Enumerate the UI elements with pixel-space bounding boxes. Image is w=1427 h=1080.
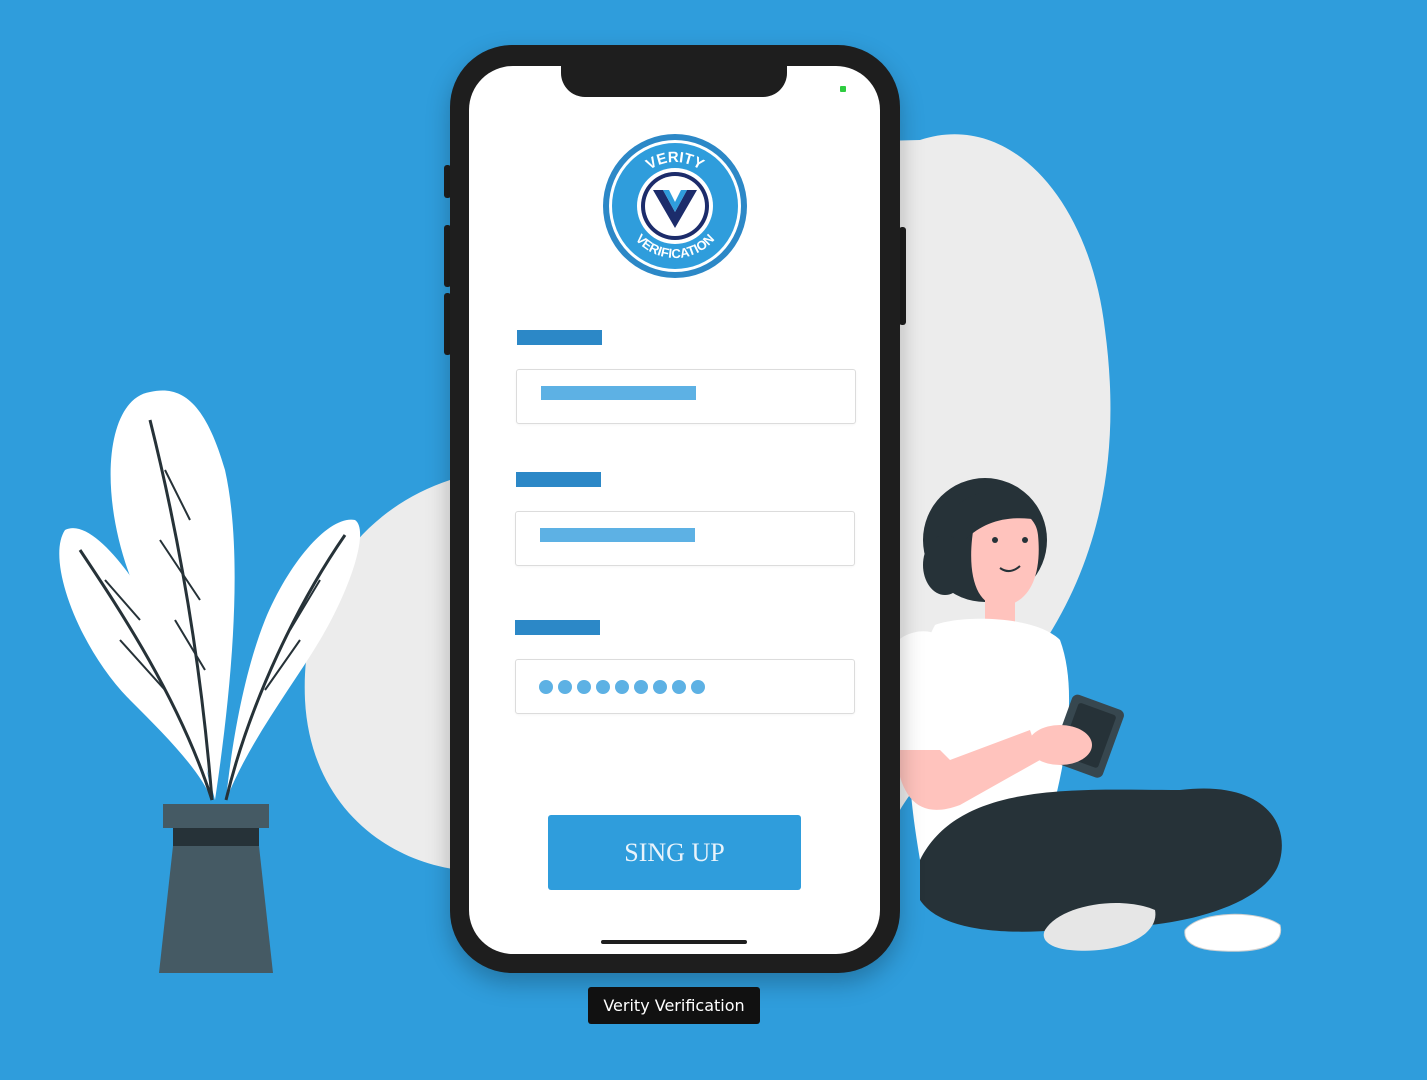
home-indicator: [601, 940, 747, 944]
password-dot: [691, 680, 705, 694]
status-indicator-icon: [840, 86, 846, 92]
scene: VERITY VERIFICATION SING UP Verity Verif…: [0, 0, 1427, 1080]
phone-power-button: [899, 227, 906, 325]
password-dot: [539, 680, 553, 694]
password-field[interactable]: [515, 659, 855, 714]
password-dot: [653, 680, 667, 694]
password-dots: [539, 680, 705, 694]
caption-label: Verity Verification: [588, 987, 760, 1024]
password-dot: [615, 680, 629, 694]
phone-notch: [561, 66, 787, 97]
password-dot: [558, 680, 572, 694]
verity-logo-icon: VERITY VERIFICATION: [603, 134, 747, 278]
field-label-3: [515, 620, 600, 635]
field-label-1: [517, 330, 602, 345]
field-value-placeholder: [541, 386, 696, 400]
field-label-2: [516, 472, 601, 487]
password-dot: [596, 680, 610, 694]
field-value-placeholder: [540, 528, 695, 542]
sign-up-button[interactable]: SING UP: [548, 815, 801, 890]
text-field-1[interactable]: [516, 369, 856, 424]
password-dot: [672, 680, 686, 694]
text-field-2[interactable]: [515, 511, 855, 566]
password-dot: [577, 680, 591, 694]
password-dot: [634, 680, 648, 694]
phone-screen: VERITY VERIFICATION SING UP: [469, 66, 880, 954]
